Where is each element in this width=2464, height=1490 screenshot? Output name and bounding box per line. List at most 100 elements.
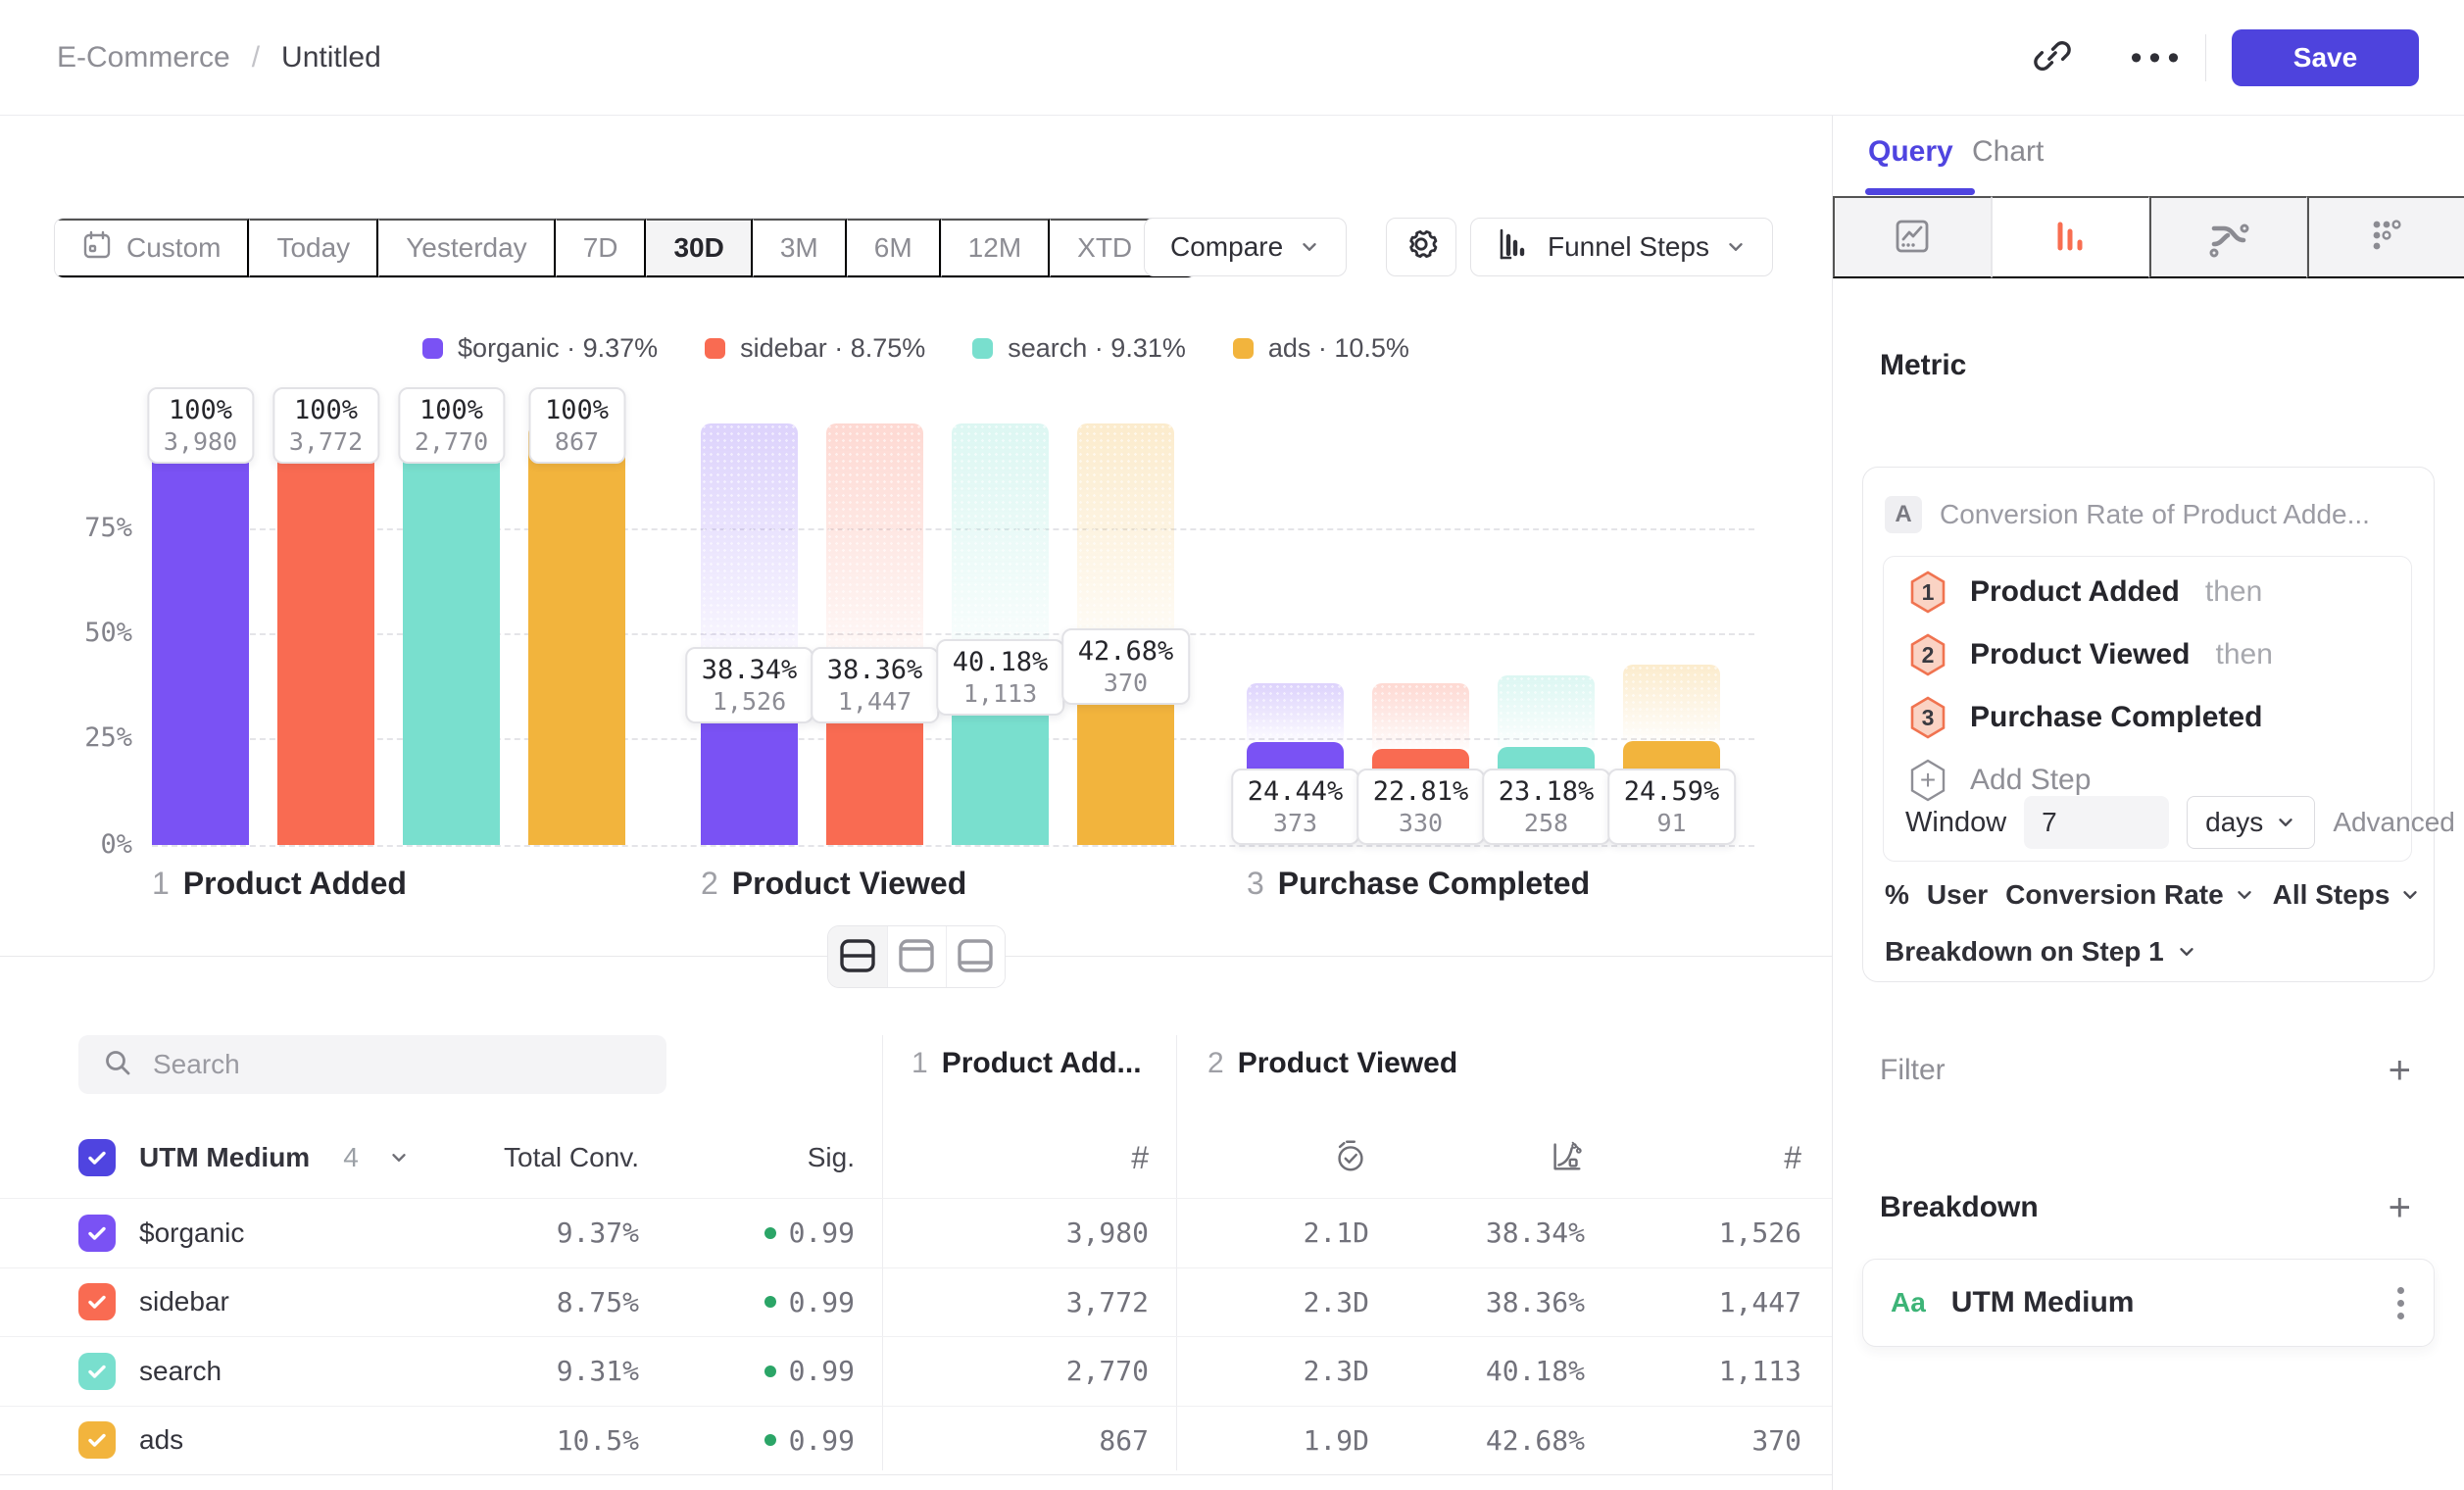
date-range-7d[interactable]: 7D [556,219,647,277]
chevron-down-icon [2399,884,2421,906]
measure-entity[interactable]: User [1927,879,1988,911]
funnel-dropoff-bar [1498,675,1595,747]
tab-insights[interactable] [1833,196,1992,278]
metric-step-row[interactable]: 1Product Addedthen [1884,561,2411,623]
breakdown-on-step-select[interactable]: Breakdown on Step 1 [1885,928,2197,975]
measure-scope-select[interactable]: All Steps [2273,879,2422,911]
row-step2-time: 2.3D [1176,1286,1397,1318]
calendar-icon [81,229,113,268]
metric-step-row[interactable]: 2Product Viewedthen [1884,623,2411,686]
date-range-segmented-control: CustomTodayYesterday7D30D3M6M12MXTD [54,218,1197,278]
funnel-bar[interactable] [528,423,625,845]
search-input[interactable] [151,1048,643,1081]
row-step2-time: 2.1D [1176,1217,1397,1249]
total-conv-header[interactable]: Total Conv. [500,1142,666,1173]
window-unit-select[interactable]: days [2187,796,2315,849]
table-step2-header: 2 Product Viewed [1207,1047,1457,1080]
add-breakdown-button[interactable]: + [2383,1187,2417,1228]
copy-link-button[interactable] [2027,32,2078,83]
funnel-bar[interactable] [152,423,249,845]
tab-funnels[interactable] [1992,196,2149,278]
breadcrumb-section[interactable]: E-Commerce [57,41,230,74]
row-checkbox[interactable] [78,1215,116,1252]
chevron-down-icon[interactable] [388,1147,410,1168]
tab-query[interactable]: Query [1868,135,1953,169]
step1-count-column[interactable]: # [882,1140,1176,1176]
row-name-cell: ads [0,1421,500,1459]
row-name: $organic [139,1217,244,1249]
select-all-checkbox[interactable] [78,1139,116,1176]
row-total-conv: 9.31% [500,1355,666,1387]
funnel-bar[interactable] [403,423,500,845]
breakdown-property-card[interactable]: Aa UTM Medium [1862,1259,2435,1347]
breadcrumb-page-title[interactable]: Untitled [281,41,381,74]
tab-chart[interactable]: Chart [1972,135,2044,169]
table-row[interactable]: ads10.5%0.998671.9D42.68%370 [0,1406,1832,1476]
legend-item[interactable]: search · 9.31% [972,333,1186,364]
view-toggle-split[interactable] [828,926,887,987]
step-number: 2 [1207,1047,1224,1080]
funnel-dropoff-bar [1623,665,1720,741]
breakdown-column-header[interactable]: UTM Medium [139,1142,310,1173]
then-connector: then [2216,638,2273,671]
legend-swatch [1233,338,1254,359]
app-root: E-Commerce / Untitled ••• Save CustomTod… [0,0,2464,1490]
compare-button[interactable]: Compare [1144,218,1347,276]
advanced-toggle[interactable]: Advanced [2333,807,2464,838]
date-range-yesterday[interactable]: Yesterday [378,219,556,277]
funnel-step-label: 3Purchase Completed [1247,866,1590,902]
table-row[interactable]: sidebar8.75%0.993,7722.3D38.36%1,447 [0,1267,1832,1337]
row-checkbox[interactable] [78,1353,116,1390]
tab-retention[interactable] [2307,196,2464,278]
bar-value-label: 100%3,772 [272,387,379,464]
date-range-6m[interactable]: 6M [847,219,941,277]
date-range-today[interactable]: Today [249,219,378,277]
row-checkbox[interactable] [78,1283,116,1320]
bar-pct: 100% [289,394,363,427]
save-button[interactable]: Save [2232,29,2419,86]
plus-icon: + [1920,765,1936,796]
metric-letter-badge: A [1885,496,1922,533]
legend-item[interactable]: $organic · 9.37% [422,333,658,364]
step-number: 3 [1247,866,1264,902]
chart-type-button[interactable]: Funnel Steps [1470,218,1773,276]
window-unit-label: days [2205,807,2263,838]
step2-time-column[interactable] [1176,1137,1397,1179]
measure-type-select[interactable]: Conversion Rate [2005,879,2255,911]
more-menu-button[interactable]: ••• [2133,32,2184,83]
date-range-label: 6M [874,232,912,264]
row-checkbox[interactable] [78,1421,116,1459]
metric-step-row[interactable]: 3Purchase Completed [1884,686,2411,749]
step2-conversion-column[interactable] [1397,1137,1612,1179]
table-row[interactable]: search9.31%0.992,7702.3D40.18%1,113 [0,1336,1832,1406]
bar-value-label: 24.44%373 [1231,769,1360,845]
legend-item[interactable]: sidebar · 8.75% [705,333,925,364]
conversion-chart-icon [1548,1137,1585,1179]
kebab-menu-icon[interactable] [2391,1281,2410,1325]
tab-flows[interactable] [2149,196,2308,278]
row-step2-count: 1,447 [1612,1286,1829,1318]
bar-count: 373 [1248,809,1344,838]
view-toggle-chart-only[interactable] [887,926,946,987]
metric-title-row[interactable]: A Conversion Rate of Product Adde... [1885,491,2370,538]
window-value-input[interactable] [2024,796,2169,849]
date-range-30d[interactable]: 30D [646,219,752,277]
breakdown-section: Breakdown + [1880,1184,2417,1231]
funnel-bar[interactable] [277,423,374,845]
date-range-custom[interactable]: Custom [55,219,249,277]
step2-count-column[interactable]: # [1612,1140,1829,1176]
date-range-label: 3M [780,232,818,264]
date-range-12m[interactable]: 12M [941,219,1050,277]
sig-header[interactable]: Sig. [666,1142,882,1173]
funnel-step-label: 1Product Added [152,866,407,902]
date-range-3m[interactable]: 3M [753,219,847,277]
legend-swatch [972,338,993,359]
chart-settings-button[interactable] [1386,218,1456,276]
table-row[interactable]: $organic9.37%0.993,9802.1D38.34%1,526 [0,1198,1832,1267]
row-sig: 0.99 [666,1424,882,1457]
bar-value-label: 38.36%1,447 [811,647,940,723]
legend-item[interactable]: ads · 10.5% [1233,333,1409,364]
add-filter-button[interactable]: + [2383,1050,2417,1091]
view-toggle-table-only[interactable] [946,926,1005,987]
flows-icon [2206,215,2251,261]
